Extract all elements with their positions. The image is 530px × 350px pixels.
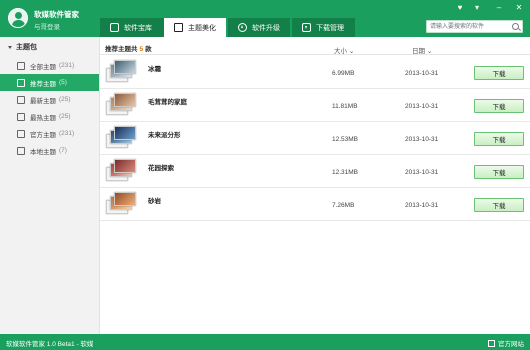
column-header-size[interactable]: 大小 ⌄ (334, 45, 354, 55)
theme-thumbnail-icon (106, 93, 136, 117)
theme-date: 2013-10-31 (405, 136, 439, 143)
tshirt-icon (174, 23, 183, 32)
theme-date: 2013-10-31 (405, 103, 439, 110)
sidebar-item-label: 推荐主题 (30, 80, 56, 88)
hot-icon (17, 112, 25, 121)
sidebar-item-recommended[interactable]: 推荐主题 (5) (0, 74, 99, 91)
store-icon (110, 23, 119, 32)
theme-name: 冰霜 (148, 66, 161, 73)
status-bar: 软媒软件管家 1.0 Beta1 - 软媒 官方网站 (0, 334, 530, 350)
theme-thumbnail-icon (106, 126, 136, 150)
download-button[interactable]: 下载 (474, 99, 524, 113)
tab-label: 软件升级 (252, 24, 280, 32)
sidebar-item-local[interactable]: 本地主题 (7) (0, 142, 99, 159)
sidebar-item-label: 全部主题 (30, 63, 56, 71)
table-row: 未来派分形 12.53MB 2013-10-31 下载 (100, 122, 530, 155)
tab-label: 软件宝库 (124, 24, 152, 32)
theme-date: 2013-10-31 (405, 202, 439, 209)
list-title-suffix: 款 (145, 46, 152, 53)
sidebar-item-count: (25) (59, 113, 71, 120)
search-icon[interactable] (512, 23, 519, 30)
windows-icon (17, 129, 25, 138)
theme-thumbnail-icon (106, 159, 136, 183)
title-bar: 软媒软件管家 与哥登录 软件宝库 主题美化 软件升级 下载管理 ♥ ▾ – ✕ (0, 0, 530, 37)
sidebar-item-count: (5) (59, 79, 67, 86)
sidebar-item-label: 最新主题 (30, 97, 56, 105)
theme-list-panel: 推荐主题共 5 款 大小 ⌄ 日期 ⌄ 冰霜 6.99MB 2013-10-31 下… (100, 37, 530, 334)
sort-icon: ⌄ (426, 48, 433, 55)
globe-icon (488, 340, 495, 347)
sidebar-item-newest[interactable]: 最新主题 (25) (0, 91, 99, 108)
login-link[interactable]: 与哥登录 (34, 21, 60, 31)
theme-thumbnail-icon (106, 60, 136, 84)
table-row: 冰霜 6.99MB 2013-10-31 下载 (100, 56, 530, 89)
list-header: 推荐主题共 5 款 大小 ⌄ 日期 ⌄ (100, 37, 530, 55)
theme-date: 2013-10-31 (405, 70, 439, 77)
sort-icon: ⌄ (348, 48, 355, 55)
sidebar-item-count: (25) (59, 96, 71, 103)
theme-name: 砂岩 (148, 198, 161, 205)
upgrade-icon (238, 23, 247, 32)
search-box (426, 20, 523, 33)
sidebar-group-title[interactable]: 主题包 (8, 42, 37, 52)
list-count: 5 (139, 46, 144, 53)
sidebar-item-hottest[interactable]: 最热主题 (25) (0, 108, 99, 125)
sidebar-item-all-themes[interactable]: 全部主题 (231) (0, 57, 99, 74)
theme-size: 7.26MB (332, 202, 355, 209)
theme-name: 未来派分形 (148, 132, 181, 139)
download-button[interactable]: 下载 (474, 198, 524, 212)
sidebar-item-label: 最热主题 (30, 114, 56, 122)
tab-label: 下载管理 (316, 24, 344, 32)
download-button[interactable]: 下载 (474, 165, 524, 179)
user-avatar-icon[interactable] (8, 8, 28, 28)
sidebar-item-count: (7) (59, 147, 67, 154)
theme-size: 6.99MB (332, 70, 355, 77)
list-title: 推荐主题共 5 款 (105, 43, 152, 53)
version-text: 软媒软件管家 1.0 Beta1 - 软媒 (6, 341, 94, 348)
tab-software-store[interactable]: 软件宝库 (100, 18, 168, 37)
official-site-label: 官方网站 (498, 341, 524, 348)
all-themes-icon (17, 61, 25, 70)
download-button[interactable]: 下载 (474, 66, 524, 80)
sidebar-item-official[interactable]: 官方主题 (231) (0, 125, 99, 142)
date-header-label: 日期 (412, 48, 425, 55)
table-row: 毛茸茸的家庭 11.81MB 2013-10-31 下载 (100, 89, 530, 122)
chevron-down-icon (8, 45, 12, 49)
theme-size: 11.81MB (332, 103, 358, 110)
sidebar: 主题包 全部主题 (231) 推荐主题 (5) 最新主题 (25) 最热主题 (… (0, 37, 100, 334)
theme-size: 12.31MB (332, 169, 359, 176)
minimize-icon[interactable]: – (494, 4, 504, 12)
tab-label: 主题美化 (188, 24, 216, 32)
sidebar-item-label: 本地主题 (30, 148, 56, 156)
theme-name: 毛茸茸的家庭 (148, 99, 187, 106)
tab-software-upgrade[interactable]: 软件升级 (228, 18, 290, 37)
close-icon[interactable]: ✕ (514, 4, 524, 12)
monitor-icon (17, 146, 25, 155)
search-input[interactable] (430, 22, 510, 32)
table-row: 花园探索 12.31MB 2013-10-31 下载 (100, 155, 530, 188)
sidebar-item-count: (231) (59, 130, 75, 137)
size-header-label: 大小 (334, 48, 347, 55)
app-title: 软媒软件管家 (34, 10, 79, 19)
group-title-label: 主题包 (16, 44, 37, 51)
official-site-link[interactable]: 官方网站 (488, 338, 524, 348)
sidebar-item-label: 官方主题 (30, 131, 56, 139)
table-row: 砂岩 7.26MB 2013-10-31 下载 (100, 188, 530, 221)
sidebar-item-count: (231) (59, 62, 75, 69)
theme-size: 12.53MB (332, 136, 359, 143)
download-button[interactable]: 下载 (474, 132, 524, 146)
tab-download-manager[interactable]: 下载管理 (292, 18, 355, 37)
recommend-icon (17, 78, 25, 87)
column-header-date[interactable]: 日期 ⌄ (412, 45, 432, 55)
tab-theme-beautify[interactable]: 主题美化 (164, 18, 226, 37)
new-icon (17, 95, 25, 104)
heart-icon[interactable]: ♥ (455, 4, 465, 12)
theme-date: 2013-10-31 (405, 169, 439, 176)
menu-icon[interactable]: ▾ (472, 4, 482, 12)
theme-name: 花园探索 (148, 165, 174, 172)
list-title-prefix: 推荐主题共 (105, 46, 138, 53)
download-manager-icon (302, 23, 311, 32)
theme-thumbnail-icon (106, 192, 136, 216)
